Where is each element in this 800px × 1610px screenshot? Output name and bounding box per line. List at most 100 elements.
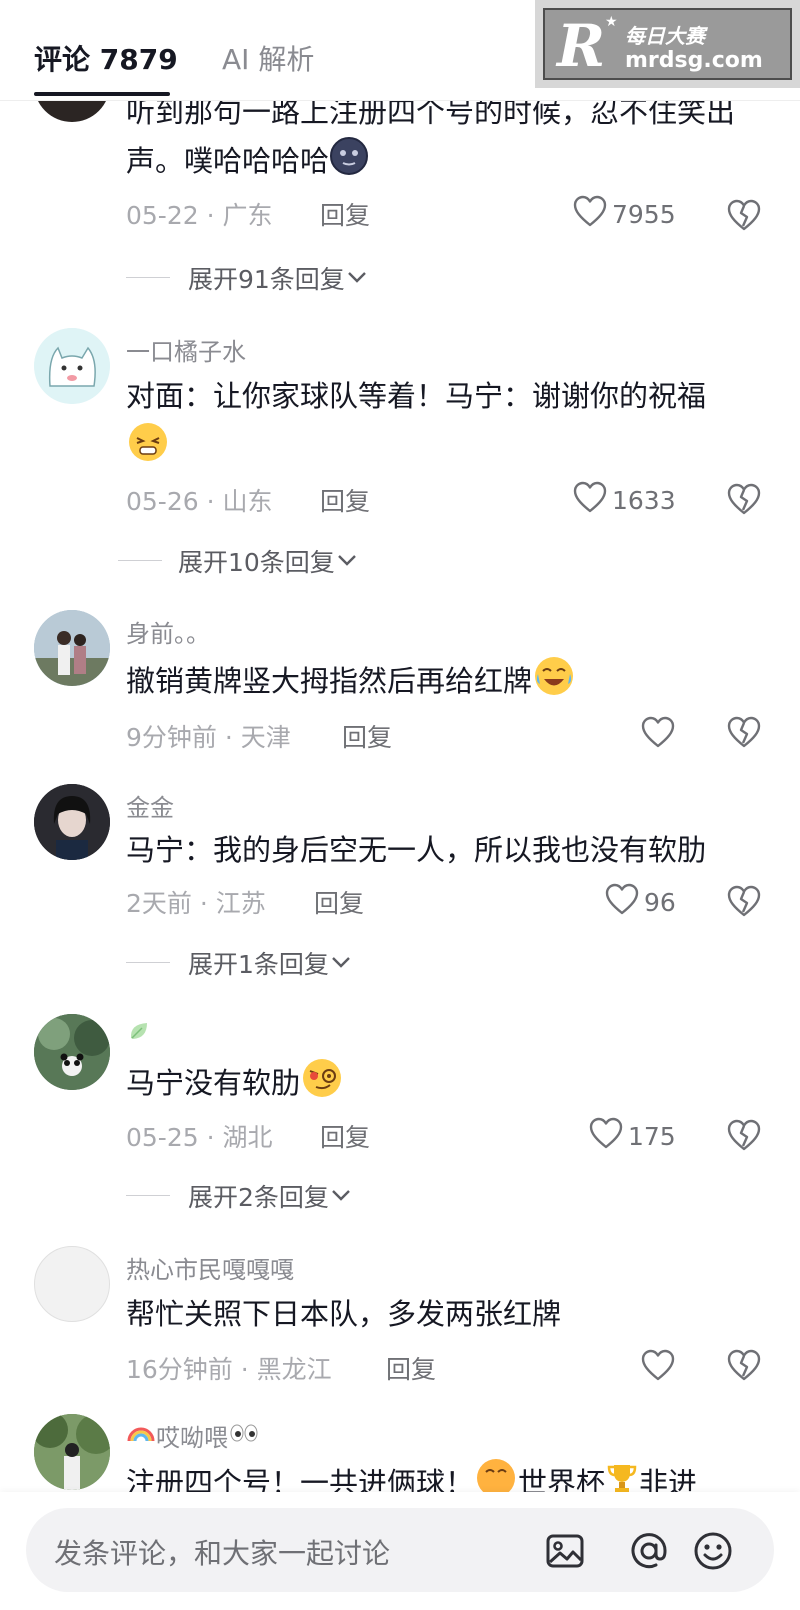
dislike-button[interactable] bbox=[726, 482, 762, 520]
comment-username[interactable]: 热心市民嘎嘎嘎 bbox=[126, 1250, 294, 1285]
like-button[interactable]: 7955 bbox=[572, 194, 676, 234]
image-icon[interactable] bbox=[544, 1530, 586, 1576]
comment-username[interactable]: 一口橘子水 bbox=[126, 332, 246, 367]
divider bbox=[126, 277, 170, 278]
dislike-button[interactable] bbox=[726, 1348, 762, 1386]
dislike-button[interactable] bbox=[726, 884, 762, 922]
watermark-logo: R ★ 每日大赛 mrdsg.com bbox=[535, 0, 800, 88]
reply-button[interactable]: 回复 bbox=[320, 1118, 370, 1154]
comment-text: 听到那句一路上注册四个号的时候，忍不住笑出声。噗哈哈哈哈 bbox=[126, 88, 766, 190]
avatar[interactable] bbox=[34, 610, 110, 686]
comment-text: 撤销黄牌竖大拇指然后再给红牌 bbox=[126, 654, 766, 712]
comment-text-content: 对面：让你家球队等着！马宁：谢谢你的祝福 bbox=[126, 379, 707, 413]
smug-face-emoji bbox=[300, 1056, 344, 1114]
comments-header: 评论 7879 AI 解析 R ★ 每日大赛 mrdsg.com bbox=[0, 0, 800, 101]
comment-text: 对面：让你家球队等着！马宁：谢谢你的祝福 bbox=[126, 372, 766, 478]
comment-text-content: 马宁没有软肋 bbox=[126, 1066, 301, 1100]
heart-icon bbox=[572, 194, 612, 234]
watermark-chinese: 每日大赛 bbox=[625, 24, 705, 48]
like-button[interactable]: 175 bbox=[588, 1116, 676, 1156]
comment-input-bar: 发条评论，和大家一起讨论 bbox=[0, 1492, 800, 1610]
star-icon: ★ bbox=[605, 14, 618, 30]
comment-date-location: 05-26 · 山东 bbox=[126, 487, 273, 516]
expand-replies-label: 展开2条回复 bbox=[188, 1183, 329, 1212]
heart-icon bbox=[640, 1348, 680, 1388]
reply-button[interactable]: 回复 bbox=[342, 718, 392, 754]
broken-heart-icon bbox=[726, 1349, 762, 1386]
avatar[interactable] bbox=[34, 784, 110, 860]
dark-moon-face-emoji bbox=[329, 136, 369, 190]
like-button[interactable] bbox=[640, 1348, 680, 1388]
watermark-url: mrdsg.com bbox=[625, 48, 763, 73]
comment-date-location: 05-25 · 湖北 bbox=[126, 1123, 273, 1152]
comment-username[interactable]: 金金 bbox=[126, 788, 174, 823]
comment-username[interactable]: 身前。。 bbox=[126, 614, 210, 649]
dislike-button[interactable] bbox=[726, 715, 762, 753]
squinting-grimace-emoji bbox=[126, 420, 170, 478]
avatar[interactable] bbox=[34, 1246, 110, 1322]
expand-replies-button[interactable]: 展开1条回复 bbox=[188, 945, 353, 981]
heart-icon bbox=[588, 1116, 628, 1156]
username-text: 哎呦喂 bbox=[156, 1424, 228, 1452]
like-count: 7955 bbox=[612, 199, 676, 229]
like-button[interactable] bbox=[640, 715, 680, 755]
comment-date-location: 2天前 · 江苏 bbox=[126, 889, 266, 918]
like-count: 1633 bbox=[612, 485, 676, 515]
reply-button[interactable]: 回复 bbox=[320, 482, 370, 518]
rainbow-icon bbox=[126, 1421, 156, 1451]
reply-button[interactable]: 回复 bbox=[320, 196, 370, 232]
comment-text-content: 听到那句一路上注册四个号的时候，忍不住笑出声。噗哈哈哈哈 bbox=[126, 95, 736, 178]
dislike-button[interactable] bbox=[726, 1118, 762, 1156]
avatar[interactable] bbox=[34, 328, 110, 404]
like-button[interactable]: 1633 bbox=[572, 480, 676, 520]
comment-date-location: 16分钟前 · 黑龙江 bbox=[126, 1355, 332, 1384]
watermark-letter: R bbox=[557, 12, 606, 80]
chevron-down-icon bbox=[335, 547, 359, 576]
broken-heart-icon bbox=[726, 483, 762, 520]
avatar[interactable] bbox=[34, 1014, 110, 1090]
comment-date-location: 9分钟前 · 天津 bbox=[126, 723, 291, 752]
divider bbox=[126, 962, 170, 963]
like-button[interactable]: 96 bbox=[604, 882, 676, 922]
comment-input-placeholder: 发条评论，和大家一起讨论 bbox=[54, 1537, 391, 1570]
avatar[interactable] bbox=[34, 1414, 110, 1490]
heart-icon bbox=[572, 480, 612, 520]
chevron-down-icon bbox=[329, 1182, 353, 1211]
eyes-icon bbox=[228, 1422, 260, 1450]
broken-heart-icon bbox=[726, 716, 762, 753]
divider bbox=[118, 560, 162, 561]
active-tab-indicator bbox=[34, 92, 170, 96]
comment-input[interactable]: 发条评论，和大家一起讨论 bbox=[26, 1508, 774, 1592]
expand-replies-label: 展开91条回复 bbox=[188, 265, 345, 294]
tab-comments[interactable]: 评论 7879 bbox=[34, 38, 178, 78]
divider bbox=[126, 1195, 170, 1196]
emoji-icon[interactable] bbox=[692, 1530, 734, 1576]
chevron-down-icon bbox=[345, 264, 369, 293]
expand-replies-button[interactable]: 展开10条回复 bbox=[178, 543, 359, 579]
heart-icon bbox=[604, 882, 644, 922]
leaf-icon bbox=[126, 1022, 152, 1050]
comment-text: 帮忙关照下日本队，多发两张红牌 bbox=[126, 1297, 562, 1331]
reply-button[interactable]: 回复 bbox=[386, 1350, 436, 1386]
at-mention-icon[interactable] bbox=[628, 1530, 670, 1576]
broken-heart-icon bbox=[726, 885, 762, 922]
expand-replies-label: 展开1条回复 bbox=[188, 950, 329, 979]
comment-text-content: 撤销黄牌竖大拇指然后再给红牌 bbox=[126, 664, 533, 698]
laughing-tears-emoji bbox=[532, 654, 576, 712]
dislike-button[interactable] bbox=[726, 198, 762, 236]
chevron-down-icon bbox=[329, 949, 353, 978]
broken-heart-icon bbox=[726, 199, 762, 236]
comment-username[interactable] bbox=[126, 1018, 152, 1050]
like-count: 175 bbox=[628, 1121, 676, 1151]
expand-replies-button[interactable]: 展开91条回复 bbox=[188, 260, 369, 296]
comment-username[interactable]: 哎呦喂 bbox=[126, 1418, 260, 1453]
broken-heart-icon bbox=[726, 1119, 762, 1156]
expand-replies-label: 展开10条回复 bbox=[178, 548, 335, 577]
comment-text: 马宁：我的身后空无一人，所以我也没有软肋 bbox=[126, 833, 707, 867]
reply-button[interactable]: 回复 bbox=[314, 884, 364, 920]
expand-replies-button[interactable]: 展开2条回复 bbox=[188, 1178, 353, 1214]
heart-icon bbox=[640, 715, 680, 755]
comment-text: 马宁没有软肋 bbox=[126, 1056, 766, 1114]
tab-ai-analysis[interactable]: AI 解析 bbox=[222, 38, 314, 78]
like-count: 96 bbox=[644, 887, 676, 917]
